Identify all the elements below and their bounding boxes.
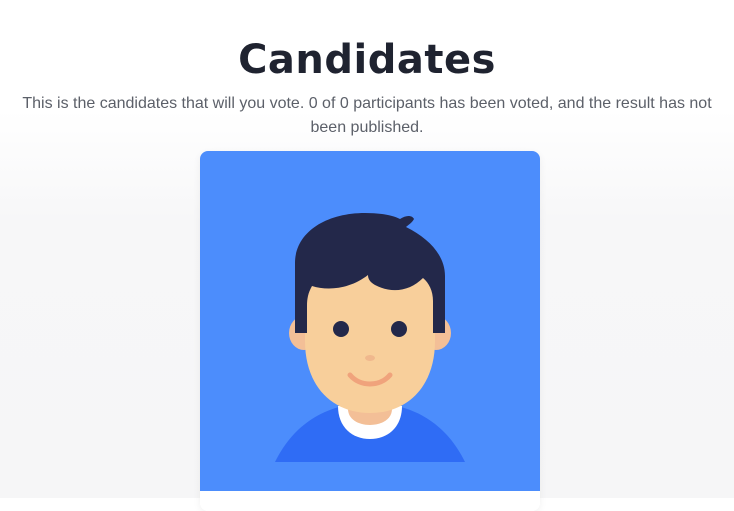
candidate-card-media xyxy=(200,151,540,491)
candidate-card[interactable] xyxy=(200,151,540,511)
candidate-card-body xyxy=(200,491,540,511)
male-avatar-icon xyxy=(275,213,465,462)
page-description: This is the candidates that will you vot… xyxy=(22,95,712,136)
page-title: Candidates xyxy=(238,36,496,83)
